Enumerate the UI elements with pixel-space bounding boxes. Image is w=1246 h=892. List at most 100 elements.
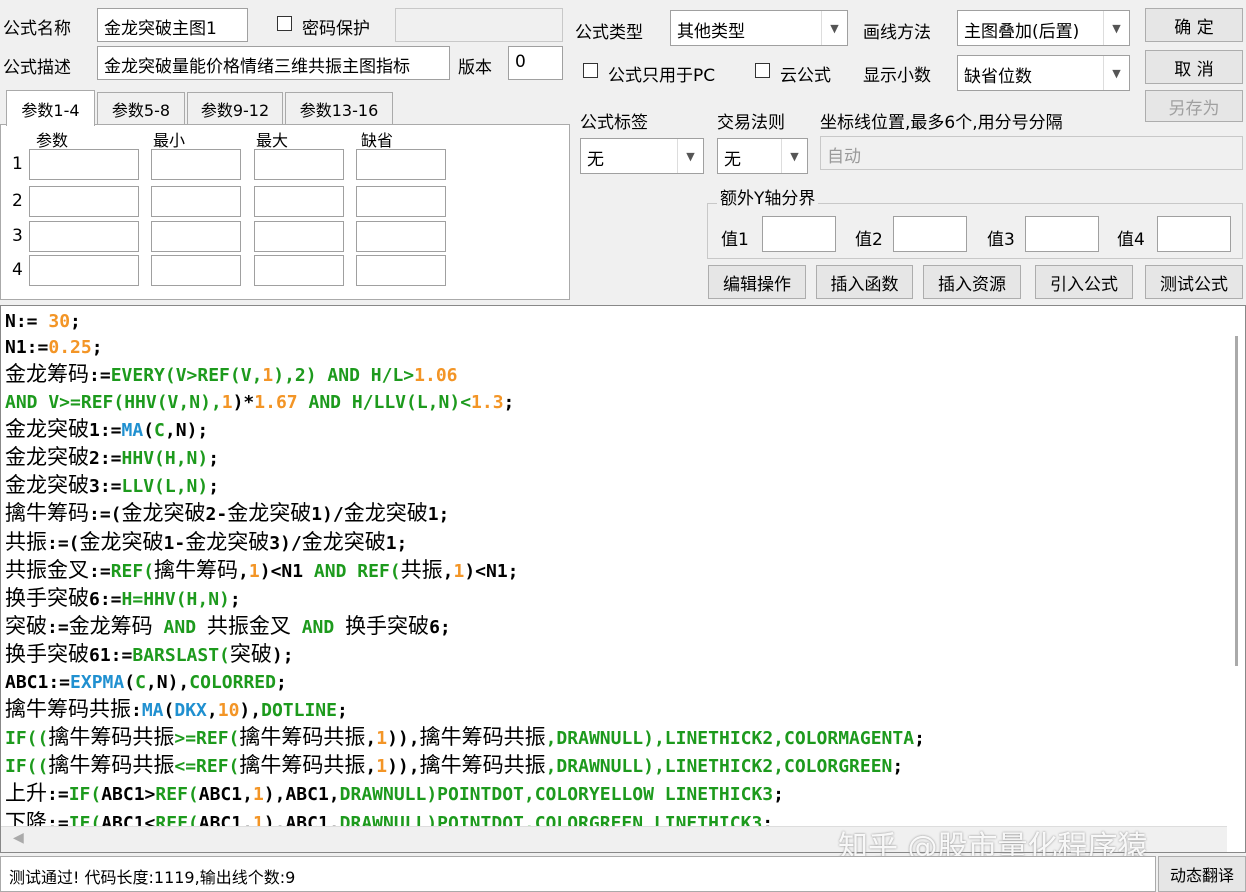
code-token: 30 <box>48 311 71 332</box>
save-as-button[interactable]: 另存为 <box>1145 90 1243 122</box>
yaxis-label-4: 值4 <box>1117 230 1145 250</box>
draw-method-label: 画线方法 <box>863 23 931 43</box>
code-editor[interactable]: N:= 30; N1:=0.25; 金龙筹码:=EVERY(V>REF(V,1),2… <box>0 305 1246 853</box>
code-token: 1.06 <box>414 365 458 387</box>
dynamic-translate-button[interactable]: 动态翻译 <box>1158 856 1246 892</box>
code-token: 金龙突破 <box>5 416 89 441</box>
param-max-input[interactable] <box>254 221 344 252</box>
chevron-down-icon: ▼ <box>1103 11 1129 45</box>
description-input[interactable]: 金龙突破量能价格情绪三维共振主图指标 <box>97 46 450 80</box>
version-input[interactable]: 0 <box>508 46 563 80</box>
param-min-input[interactable] <box>151 149 241 180</box>
formula-name-input[interactable]: 金龙突破主图1 <box>97 8 248 42</box>
param-min-input[interactable] <box>151 186 241 217</box>
param-max-input[interactable] <box>254 255 344 286</box>
code-token: ,N), <box>145 671 190 693</box>
param-header-min: 最小 <box>153 131 186 150</box>
password-checkbox[interactable] <box>277 16 292 31</box>
insert-function-button[interactable]: 插入函数 <box>816 265 913 299</box>
code-line: N:= 30; <box>5 309 925 335</box>
draw-method-value: 主图叠加(后置) <box>964 22 1080 42</box>
yaxis-input-4[interactable] <box>1157 216 1231 252</box>
code-line: 换手突破6:=H=HHV(H,N); <box>5 585 925 613</box>
param-max-input[interactable] <box>254 149 344 180</box>
code-token: DRAWNULL)POINTDOT,COLORYELLOW LINETHICK3 <box>339 784 774 806</box>
code-token: ),ABC1, <box>263 784 340 806</box>
import-formula-button[interactable]: 引入公式 <box>1035 265 1133 299</box>
tab-params-1-4[interactable]: 参数1-4 <box>6 90 95 126</box>
code-token: EXPMA <box>70 671 125 693</box>
param-default-input[interactable] <box>356 255 446 286</box>
code-token: HHV(H,N) <box>121 448 209 470</box>
pc-only-label: 公式只用于PC <box>608 66 716 86</box>
axis-input[interactable]: 自动 <box>820 136 1243 170</box>
code-token: 擒牛筹码共振 <box>419 753 546 778</box>
scroll-left-icon[interactable]: ◀ <box>13 830 24 846</box>
status-bar: 测试通过! 代码长度:1119,输出线个数:9 <box>0 856 1156 892</box>
params-panel: 参数 最小 最大 缺省 1 2 3 4 <box>0 124 570 300</box>
param-default-input[interactable] <box>356 221 446 252</box>
param-name-input[interactable] <box>29 255 139 286</box>
yaxis-input-1[interactable] <box>762 216 836 252</box>
tag-label: 公式标签 <box>580 113 648 133</box>
code-token: 共振金叉 <box>206 614 291 639</box>
rule-select[interactable]: 无 ▼ <box>717 138 808 174</box>
password-input[interactable] <box>395 8 563 42</box>
param-name-input[interactable] <box>29 221 139 252</box>
cancel-button[interactable]: 取 消 <box>1145 50 1243 84</box>
code-text[interactable]: N:= 30; N1:=0.25; 金龙筹码:=EVERY(V>REF(V,1),2… <box>5 309 925 852</box>
yaxis-label-3: 值3 <box>987 230 1015 250</box>
code-token: 1 <box>252 784 264 806</box>
insert-resource-button[interactable]: 插入资源 <box>923 265 1021 299</box>
ok-button[interactable]: 确 定 <box>1145 8 1243 42</box>
pc-only-checkbox[interactable] <box>583 63 598 78</box>
param-name-input[interactable] <box>29 186 139 217</box>
code-token: )), <box>387 756 420 778</box>
code-token: := <box>47 784 69 806</box>
yaxis-input-3[interactable] <box>1025 216 1099 252</box>
cloud-checkbox[interactable] <box>755 63 770 78</box>
draw-method-select[interactable]: 主图叠加(后置) ▼ <box>957 10 1130 46</box>
param-min-input[interactable] <box>151 221 241 252</box>
test-formula-button[interactable]: 测试公式 <box>1145 265 1243 299</box>
code-token: 2- <box>205 504 228 526</box>
code-token: 金龙突破 <box>121 501 206 526</box>
formula-type-select[interactable]: 其他类型 ▼ <box>670 10 848 46</box>
vertical-scrollbar[interactable] <box>1227 306 1245 826</box>
edit-operation-button[interactable]: 编辑操作 <box>708 265 806 299</box>
code-token: ),2) AND H/L> <box>273 365 415 387</box>
code-token: <=REF( <box>174 756 240 778</box>
code-token: N1:= <box>5 337 49 359</box>
code-token: DOTLINE <box>261 699 337 721</box>
tag-select[interactable]: 无 ▼ <box>580 138 704 174</box>
param-max-input[interactable] <box>254 186 344 217</box>
param-name-input[interactable] <box>29 149 139 180</box>
param-default-input[interactable] <box>356 186 446 217</box>
tab-params-13-16[interactable]: 参数13-16 <box>285 92 393 124</box>
code-token: ; <box>208 476 220 498</box>
code-token: ), <box>239 699 262 721</box>
yaxis-input-2[interactable] <box>893 216 967 252</box>
code-token: 10 <box>217 699 240 721</box>
code-token: 1 <box>221 391 233 413</box>
scroll-thumb[interactable] <box>1235 336 1238 666</box>
param-default-input[interactable] <box>356 149 446 180</box>
code-token: 突破 <box>5 614 47 639</box>
chevron-down-icon: ▼ <box>781 139 807 173</box>
code-token: ; <box>208 448 220 470</box>
param-header-name: 参数 <box>36 131 69 150</box>
code-token: 1 <box>248 560 260 582</box>
code-token: 1:= <box>89 419 122 441</box>
tab-params-9-12[interactable]: 参数9-12 <box>187 92 283 124</box>
code-token: 1 <box>262 365 274 387</box>
param-min-input[interactable] <box>151 255 241 286</box>
code-token: ; <box>70 311 81 332</box>
decimals-select[interactable]: 缺省位数 ▼ <box>957 55 1130 91</box>
param-header-default: 缺省 <box>361 131 394 150</box>
tab-params-5-8[interactable]: 参数5-8 <box>97 92 185 124</box>
code-token: 擒牛筹码共振 <box>239 753 366 778</box>
code-token: 1 <box>453 560 465 582</box>
code-token: 金龙筹码 <box>5 362 89 387</box>
code-token: IF( <box>68 784 102 806</box>
code-token: :=( <box>89 504 122 526</box>
